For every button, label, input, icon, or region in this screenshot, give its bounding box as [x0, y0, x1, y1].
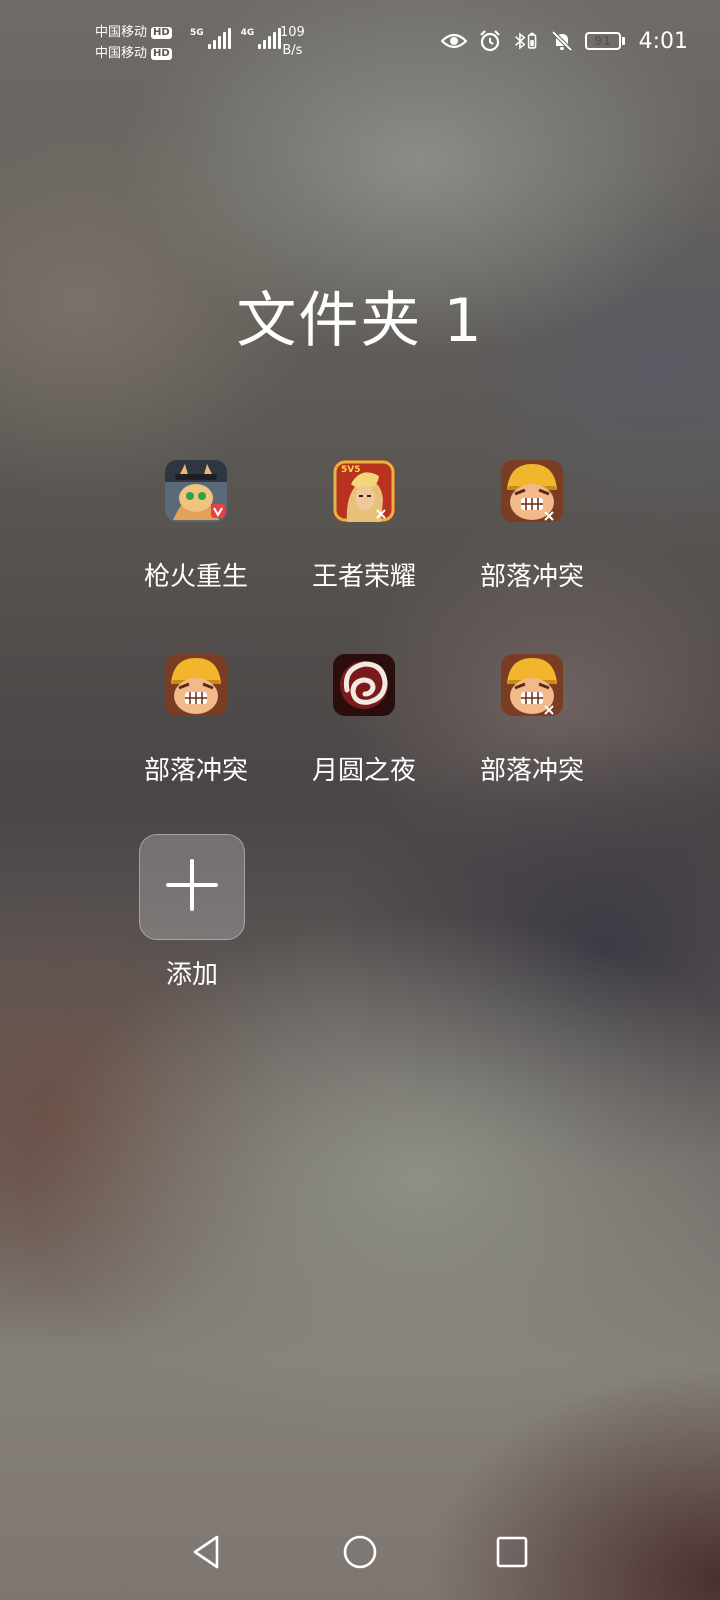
- carrier-info: 中国移动 HD 中国移动 HD: [95, 22, 172, 64]
- app-clash-of-clans[interactable]: 部落冲突: [112, 654, 280, 848]
- status-bar: 中国移动 HD 中国移动 HD 5G 4G 109 B/s 91 4:01: [0, 0, 720, 80]
- eye-comfort-icon: [440, 28, 467, 54]
- status-icons: 91 4:01: [440, 28, 688, 54]
- clash-of-clans-icon[interactable]: [165, 654, 227, 716]
- add-app-button[interactable]: 添加: [138, 834, 246, 991]
- network-speed-value: 109: [280, 25, 305, 40]
- app-gunfire-reborn[interactable]: 枪火重生: [112, 460, 280, 654]
- folder-app-grid: 枪火重生 5V5 王者荣耀 部落冲突 部落冲突 月圆之夜 部落冲突: [112, 460, 616, 848]
- app-honor-of-kings[interactable]: 5V5 王者荣耀: [280, 460, 448, 654]
- honor-of-kings-icon[interactable]: 5V5: [333, 460, 395, 522]
- signal-1-icon: 5G: [190, 28, 231, 49]
- navigation-bar: [0, 1520, 720, 1600]
- network-speed-unit: B/s: [282, 43, 303, 58]
- mute-notification-icon: [549, 28, 575, 54]
- hd-badge-1: HD: [151, 26, 172, 39]
- signal-indicators: 5G 4G: [190, 28, 282, 49]
- app-label: 枪火重生: [143, 562, 248, 592]
- alarm-icon: [477, 28, 503, 54]
- signal-1-tag: 5G: [190, 28, 204, 38]
- app-full-moon-night[interactable]: 月圆之夜: [280, 654, 448, 848]
- home-button[interactable]: [340, 1534, 380, 1574]
- app-clash-of-clans[interactable]: 部落冲突: [448, 654, 616, 848]
- app-label: 部落冲突: [479, 562, 584, 592]
- app-label: 王者荣耀: [311, 562, 416, 592]
- app-label: 部落冲突: [143, 756, 248, 786]
- back-triangle-icon: [189, 1533, 223, 1575]
- clock: 4:01: [638, 28, 688, 54]
- back-button[interactable]: [186, 1534, 226, 1574]
- folder-title[interactable]: 文件夹 1: [0, 272, 720, 359]
- add-app-label: 添加: [165, 960, 218, 990]
- recents-square-icon: [495, 1535, 529, 1573]
- hd-badge-2: HD: [151, 47, 172, 60]
- app-clash-of-clans[interactable]: 部落冲突: [448, 460, 616, 654]
- network-speed: 109 B/s: [280, 24, 305, 60]
- battery-level: 91: [594, 34, 611, 48]
- clash-of-clans-icon[interactable]: [501, 654, 563, 716]
- clash-of-clans-icon[interactable]: [501, 460, 563, 522]
- add-app-tile[interactable]: [139, 834, 245, 940]
- recents-button[interactable]: [492, 1534, 532, 1574]
- app-label: 月圆之夜: [311, 756, 416, 786]
- signal-2-tag: 4G: [240, 28, 255, 38]
- home-circle-icon: [341, 1533, 379, 1575]
- battery-icon: 91: [584, 32, 625, 50]
- carrier-2-name: 中国移动: [95, 46, 148, 61]
- carrier-1-name: 中国移动: [95, 25, 148, 40]
- gunfire-reborn-icon[interactable]: [165, 460, 227, 522]
- svg-text:5V5: 5V5: [341, 465, 361, 475]
- signal-2-icon: 4G: [241, 28, 282, 49]
- full-moon-night-icon[interactable]: [333, 654, 395, 716]
- bluetooth-battery-icon: [513, 28, 539, 54]
- app-label: 部落冲突: [479, 756, 584, 786]
- plus-icon: [164, 857, 220, 917]
